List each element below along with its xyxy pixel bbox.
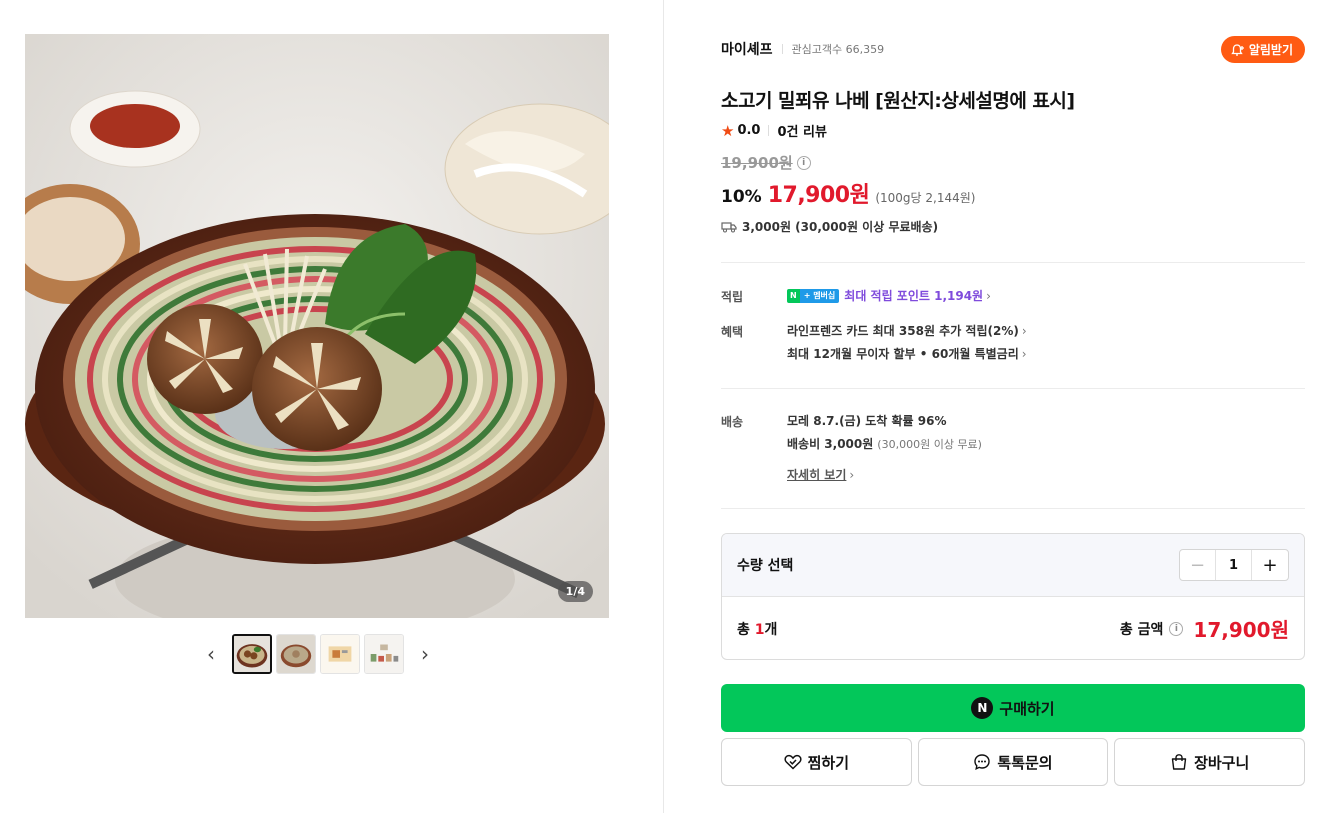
section-divider <box>721 508 1305 509</box>
points-text: 최대 적립 포인트 1,194원 <box>844 289 984 303</box>
total-label: 총 금액 <box>1119 621 1164 638</box>
gallery-panel: 1/4 ‹ › <box>0 0 664 813</box>
star-icon: ★ <box>721 121 735 140</box>
next-arrow-icon[interactable]: › <box>414 642 436 666</box>
rating-row: ★ 0.0 0건 리뷰 <box>721 121 827 141</box>
original-price: 19,900원 <box>721 154 793 172</box>
shipping-row: 3,000원 (30,000원 이상 무료배송) <box>721 218 938 235</box>
cart-button[interactable]: 장바구니 <box>1114 738 1306 786</box>
info-icon[interactable]: i <box>1169 621 1184 636</box>
quantity-box: 수량 선택 − 1 + 총 1개 총 금액 i 17,900원 <box>721 533 1305 660</box>
chevron-right-icon: › <box>1021 346 1027 361</box>
delivery-detail-row[interactable]: 자세히 보기 › <box>787 466 854 483</box>
cart-label: 장바구니 <box>1194 753 1250 772</box>
divider <box>781 44 783 54</box>
total-row: 총 1개 총 금액 i 17,900원 <box>722 597 1304 659</box>
buy-label: 구매하기 <box>999 699 1055 718</box>
plus-icon[interactable]: + <box>1252 550 1288 580</box>
delivery-fee-note: (30,000원 이상 무료) <box>877 437 982 451</box>
thumbnail-2[interactable] <box>276 634 316 674</box>
benefit-installment-text: 최대 12개월 무이자 할부 • 60개월 특별금리 <box>787 347 1019 361</box>
info-icon[interactable]: i <box>796 155 811 170</box>
delivery-arrival: 모레 8.7.(금) 도착 확률 96% <box>787 414 947 428</box>
image-counter: 1/4 <box>557 581 593 602</box>
total-count: 총 1개 <box>737 621 778 638</box>
store-row: 마이셰프 관심고객수 66,359 알림받기 <box>721 36 1305 63</box>
benefit-card-text: 라인프렌즈 카드 최대 358원 추가 적립(2%) <box>787 324 1019 338</box>
fans-count: 관심고객수 66,359 <box>791 43 885 56</box>
chat-bubble-icon <box>974 754 991 771</box>
quantity-selector-row: 수량 선택 − 1 + <box>722 534 1304 597</box>
thumbnail-4[interactable] <box>364 634 404 674</box>
points-row[interactable]: N + 멤버십 최대 적립 포인트 1,194원 › <box>787 287 991 304</box>
talk-label: 톡톡문의 <box>997 753 1053 772</box>
delivery-fee: 배송비 3,000원 <box>787 437 874 451</box>
wish-label: 찜하기 <box>807 753 850 772</box>
delivery-fee-row: 배송비 3,000원 (30,000원 이상 무료) <box>787 435 982 452</box>
price-row: 10% 17,900원 (100g당 2,144원) <box>721 177 975 209</box>
main-product-image[interactable]: 1/4 <box>25 34 609 618</box>
prev-arrow-icon[interactable]: ‹ <box>200 642 222 666</box>
benefit-card-row[interactable]: 라인프렌즈 카드 최대 358원 추가 적립(2%) › <box>787 322 1027 339</box>
review-count[interactable]: 0건 리뷰 <box>777 121 826 140</box>
section-divider <box>721 262 1305 263</box>
delivery-detail-link[interactable]: 자세히 보기 <box>787 466 846 483</box>
wish-button[interactable]: 찜하기 <box>721 738 912 786</box>
minus-icon[interactable]: − <box>1180 550 1216 580</box>
talk-button[interactable]: 톡톡문의 <box>917 738 1109 786</box>
quantity-label: 수량 선택 <box>737 558 794 574</box>
thumbnail-1[interactable] <box>232 634 272 674</box>
chevron-right-icon: › <box>986 288 991 303</box>
unit-price: (100g당 2,144원) <box>875 191 976 205</box>
rating-value: 0.0 <box>737 123 761 138</box>
benefit-installment-row[interactable]: 최대 12개월 무이자 할부 • 60개월 특별금리 › <box>787 345 1027 362</box>
quantity-value[interactable]: 1 <box>1216 550 1252 580</box>
divider <box>768 125 770 136</box>
shopping-bag-icon <box>1171 754 1187 770</box>
buy-button[interactable]: N 구매하기 <box>721 684 1305 732</box>
points-label: 적립 <box>721 290 744 304</box>
total-price-group: 총 금액 i 17,900원 <box>1120 614 1289 643</box>
total-price: 17,900원 <box>1193 618 1289 642</box>
naver-plus-badge: N + 멤버십 <box>787 288 840 303</box>
bell-plus-icon <box>1231 43 1244 56</box>
truck-icon <box>721 221 737 232</box>
discount-rate: 10% <box>721 187 762 207</box>
chevron-right-icon: › <box>849 467 855 482</box>
section-divider <box>721 388 1305 389</box>
benefit-label: 혜택 <box>721 325 744 339</box>
shipping-text: 3,000원 (30,000원 이상 무료배송) <box>742 220 939 234</box>
sale-price: 17,900원 <box>767 183 870 208</box>
alarm-label: 알림받기 <box>1248 43 1293 57</box>
chevron-right-icon: › <box>1021 323 1027 338</box>
original-price-row: 19,900원 i <box>721 152 811 173</box>
secondary-actions: 찜하기 톡톡문의 장바구니 <box>721 738 1306 786</box>
naver-n-icon: N <box>971 697 994 719</box>
thumbnail-3[interactable] <box>320 634 360 674</box>
alarm-button[interactable]: 알림받기 <box>1220 36 1305 63</box>
product-title: 소고기 밀푀유 나베 [원산지:상세설명에 표시] <box>721 90 1075 112</box>
hotpot-illustration <box>25 34 609 618</box>
delivery-label: 배송 <box>721 415 744 429</box>
quantity-stepper[interactable]: − 1 + <box>1179 549 1289 581</box>
store-name[interactable]: 마이셰프 <box>721 39 773 59</box>
thumbnail-strip: ‹ › <box>200 634 436 674</box>
heart-icon <box>784 754 802 770</box>
